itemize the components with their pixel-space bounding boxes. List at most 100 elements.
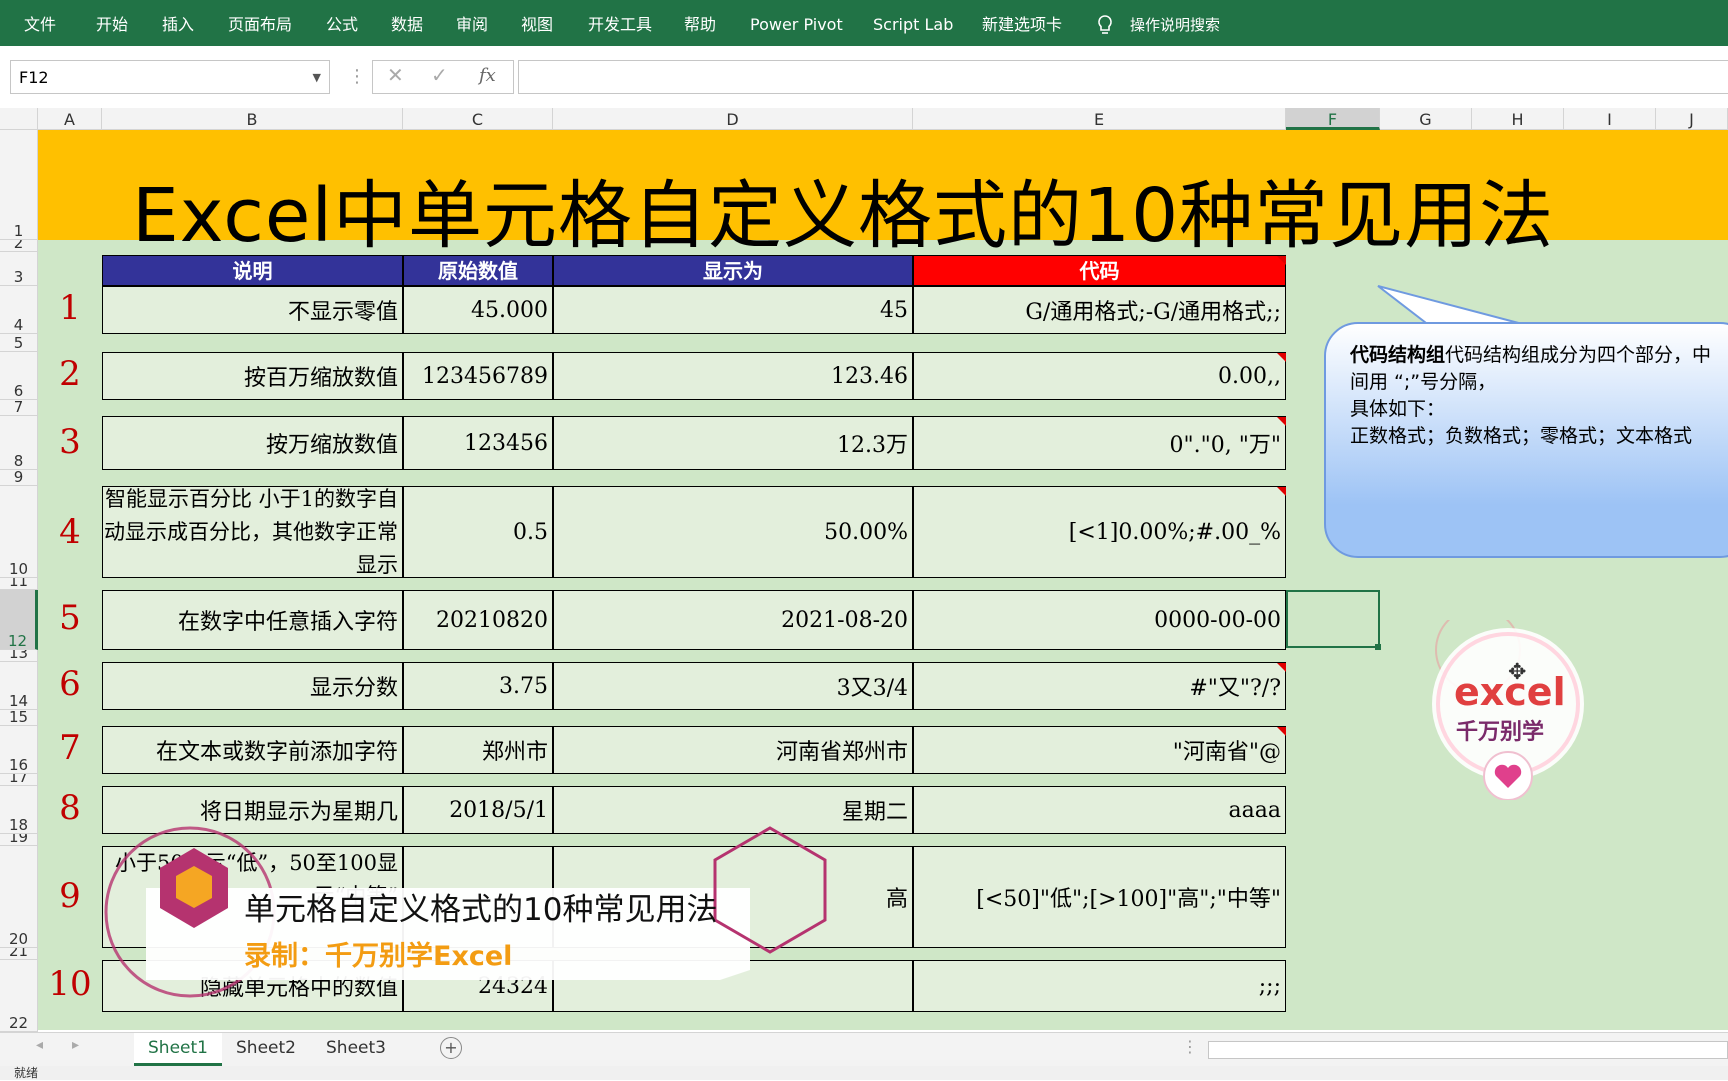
tab-home[interactable]: 开始	[96, 0, 128, 46]
cell-code[interactable]: G/通用格式;-G/通用格式;;	[913, 286, 1286, 334]
column-header-a[interactable]: A	[38, 108, 102, 130]
cell-code[interactable]: aaaa	[913, 786, 1286, 834]
row-header[interactable]: 14	[0, 662, 38, 710]
cell-shown[interactable]: 2021-08-20	[553, 590, 913, 650]
cell-shown[interactable]: 50.00%	[553, 486, 913, 578]
row-header[interactable]: 11	[0, 578, 38, 590]
tab-script-lab[interactable]: Script Lab	[873, 0, 953, 46]
row-header[interactable]: 20	[0, 846, 38, 948]
cell-raw[interactable]: 郑州市	[403, 726, 553, 774]
row-header[interactable]: 7	[0, 400, 38, 416]
cell-desc[interactable]: 按百万缩放数值	[102, 352, 403, 400]
cell-shown[interactable]: 河南省郑州市	[553, 726, 913, 774]
tab-developer[interactable]: 开发工具	[588, 0, 652, 46]
cell-desc[interactable]: 不显示零值	[102, 286, 403, 334]
cell-shown[interactable]: 45	[553, 286, 913, 334]
tab-page-layout[interactable]: 页面布局	[228, 0, 292, 46]
page-title: Excel中单元格自定义格式的10种常见用法	[132, 173, 1555, 259]
row-header[interactable]: 16	[0, 726, 38, 774]
row-header[interactable]: 5	[0, 334, 38, 352]
splitter-icon[interactable]: ⋮	[1182, 1037, 1198, 1056]
column-header-j[interactable]: J	[1656, 108, 1728, 130]
row-header[interactable]: 9	[0, 470, 38, 486]
row-header[interactable]: 17	[0, 774, 38, 786]
insert-function-icon[interactable]: fx	[479, 65, 496, 86]
horizontal-scrollbar[interactable]	[1208, 1041, 1728, 1059]
cell-code[interactable]: 0.00,,	[913, 352, 1286, 400]
column-header-i[interactable]: I	[1564, 108, 1656, 130]
add-sheet-icon[interactable]: +	[440, 1037, 462, 1059]
cell-raw[interactable]: 0.5	[403, 486, 553, 578]
tab-review[interactable]: 审阅	[456, 0, 488, 46]
cell-code[interactable]: [<1]0.00%;#.00_%	[913, 486, 1286, 578]
enter-check-icon[interactable]: ✓	[431, 63, 448, 87]
row-header-selected[interactable]: 12	[0, 590, 38, 650]
formula-input[interactable]	[518, 60, 1728, 94]
tab-power-pivot[interactable]: Power Pivot	[750, 0, 843, 46]
column-header-f[interactable]: F	[1286, 108, 1380, 130]
scroll-left-icon[interactable]: ◂	[36, 1037, 43, 1053]
cell-desc[interactable]: 智能显示百分比 小于1的数字自动显示成百分比，其他数字正常显示	[102, 486, 403, 578]
scroll-right-icon[interactable]: ▸	[72, 1037, 79, 1053]
caption-title: 单元格自定义格式的10种常见用法	[244, 892, 718, 928]
row-header[interactable]: 4	[0, 286, 38, 334]
cell-raw[interactable]: 123456789	[403, 352, 553, 400]
tab-new-tab[interactable]: 新建选项卡	[982, 0, 1062, 46]
row-header[interactable]: 8	[0, 416, 38, 470]
select-all-corner[interactable]	[0, 108, 38, 130]
cell-raw[interactable]: 3.75	[403, 662, 553, 710]
cell-desc[interactable]: 在文本或数字前添加字符	[102, 726, 403, 774]
cell-code[interactable]: ;;;	[913, 960, 1286, 1012]
cell-desc[interactable]: 在数字中任意插入字符	[102, 590, 403, 650]
tell-me-search[interactable]: 操作说明搜索	[1130, 0, 1220, 46]
cell-desc[interactable]: 显示分数	[102, 662, 403, 710]
cell-code[interactable]: #"又"?/?	[913, 662, 1286, 710]
tab-insert[interactable]: 插入	[162, 0, 194, 46]
row-header[interactable]: 10	[0, 486, 38, 578]
comment-indicator	[1277, 256, 1286, 265]
column-header-b[interactable]: B	[102, 108, 403, 130]
tab-help[interactable]: 帮助	[684, 0, 716, 46]
cell-code[interactable]: 0"."0, "万"	[913, 416, 1286, 470]
row-header[interactable]: 18	[0, 786, 38, 834]
tab-formulas[interactable]: 公式	[326, 0, 358, 46]
row-header[interactable]: 22	[0, 960, 38, 1032]
comment-indicator	[1277, 487, 1286, 496]
column-header-e[interactable]: E	[913, 108, 1286, 130]
name-box[interactable]: F12 ▼	[10, 60, 330, 94]
row-header[interactable]: 1	[0, 130, 38, 240]
cell-raw[interactable]: 123456	[403, 416, 553, 470]
cell-shown[interactable]: 123.46	[553, 352, 913, 400]
tab-file[interactable]: 文件	[24, 0, 56, 46]
row-number: 5	[59, 598, 81, 638]
row-header[interactable]: 6	[0, 352, 38, 400]
fill-handle[interactable]	[1375, 644, 1381, 650]
tab-sheet2[interactable]: Sheet2	[222, 1033, 310, 1063]
row-header[interactable]: 21	[0, 948, 38, 960]
column-header-c[interactable]: C	[403, 108, 553, 130]
tab-view[interactable]: 视图	[521, 0, 553, 46]
tab-data[interactable]: 数据	[391, 0, 423, 46]
cell-code[interactable]: [<50]"低";[>100]"高";"中等"	[913, 846, 1286, 948]
callout-shape[interactable]: 代码结构组代码结构组成分为四个部分，中 间用 “;”号分隔， 具体如下： 正数格…	[1324, 322, 1728, 558]
row-header[interactable]: 13	[0, 650, 38, 662]
selected-cell-f12[interactable]	[1286, 590, 1380, 648]
column-header-h[interactable]: H	[1472, 108, 1564, 130]
cell-desc[interactable]: 按万缩放数值	[102, 416, 403, 470]
row-header[interactable]: 19	[0, 834, 38, 846]
cancel-icon[interactable]: ✕	[387, 63, 404, 87]
tab-sheet3[interactable]: Sheet3	[312, 1033, 400, 1063]
row-header[interactable]: 15	[0, 710, 38, 726]
chevron-down-icon[interactable]: ▼	[313, 61, 321, 95]
column-header-d[interactable]: D	[553, 108, 913, 130]
cell-raw[interactable]: 45.000	[403, 286, 553, 334]
row-header[interactable]: 2	[0, 240, 38, 252]
cell-code[interactable]: "河南省"@	[913, 726, 1286, 774]
column-header-g[interactable]: G	[1380, 108, 1472, 130]
tab-sheet1[interactable]: Sheet1	[134, 1033, 222, 1066]
cell-shown[interactable]: 12.3万	[553, 416, 913, 470]
cell-raw[interactable]: 20210820	[403, 590, 553, 650]
cell-code[interactable]: 0000-00-00	[913, 590, 1286, 650]
cell-shown[interactable]: 3又3/4	[553, 662, 913, 710]
row-header[interactable]: 3	[0, 252, 38, 286]
